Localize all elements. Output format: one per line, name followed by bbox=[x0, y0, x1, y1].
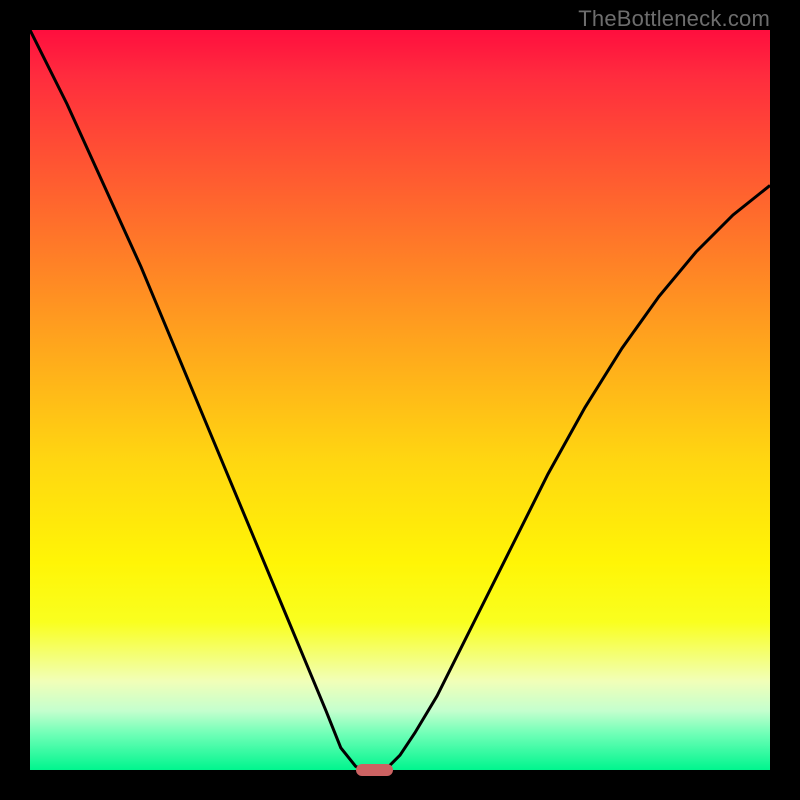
curve-layer bbox=[30, 30, 770, 770]
bottleneck-marker bbox=[356, 764, 393, 776]
left-curve bbox=[30, 30, 363, 770]
plot-area bbox=[30, 30, 770, 770]
outer-frame: TheBottleneck.com bbox=[0, 0, 800, 800]
right-curve bbox=[385, 185, 770, 770]
watermark-text: TheBottleneck.com bbox=[578, 6, 770, 32]
